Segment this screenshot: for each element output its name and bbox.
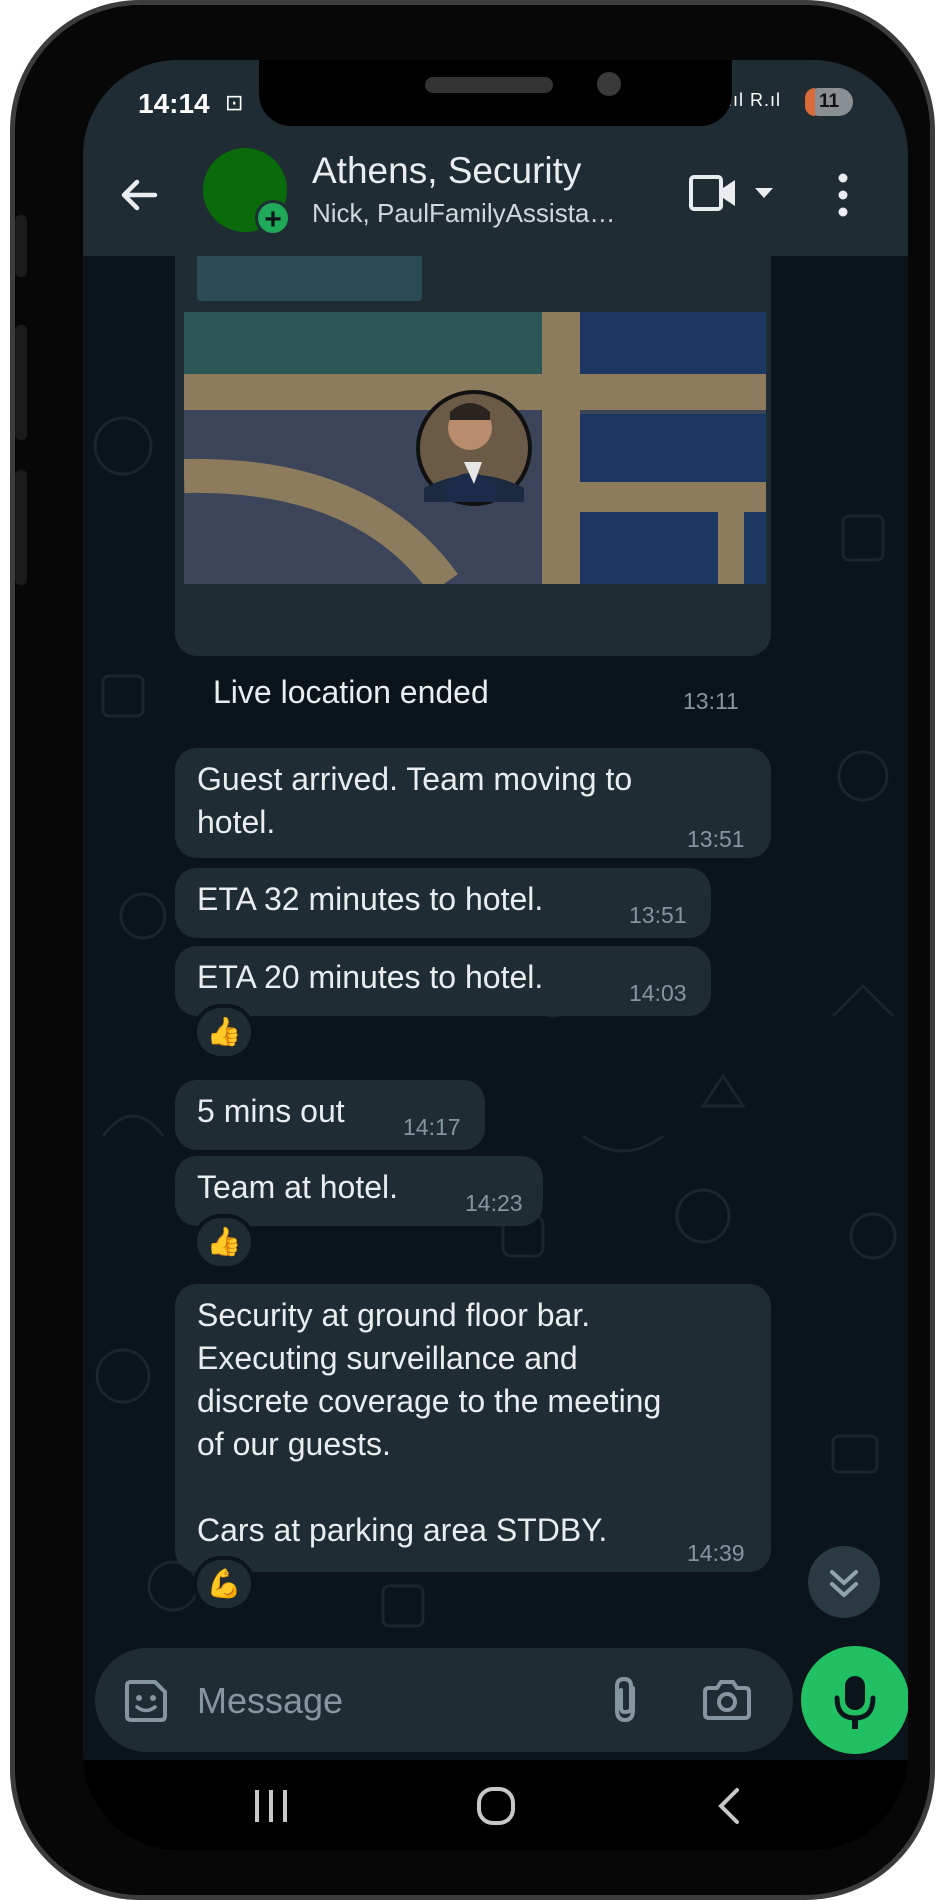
message-time: 13:11 — [683, 688, 739, 714]
attach-icon[interactable] — [607, 1674, 643, 1726]
front-camera — [597, 72, 621, 96]
message-bubble[interactable]: ETA 20 minutes to hotel. 14:03 — [175, 946, 711, 1016]
chevron-down-icon[interactable] — [753, 186, 775, 200]
message-bubble[interactable]: ETA 32 minutes to hotel. 13:51 — [175, 868, 711, 938]
message-time: 14:39 — [687, 1540, 745, 1566]
camera-icon[interactable] — [703, 1678, 751, 1720]
chat-area[interactable]: Live location ended 13:11 Guest arrived.… — [83, 256, 908, 1640]
chat-participants[interactable]: Nick, PaulFamilyAssista… — [312, 198, 615, 229]
status-time: 14:14 — [138, 88, 210, 119]
app-screen: 14:14 ⊡ R.ıl R.ıl 11 + Athens, Security … — [83, 60, 908, 1850]
back-nav-icon[interactable] — [713, 1786, 743, 1826]
phone-side-button — [15, 215, 27, 277]
home-icon[interactable] — [476, 1786, 516, 1826]
scroll-to-bottom-button[interactable] — [808, 1546, 880, 1618]
live-location-message[interactable]: Live location ended 13:11 — [175, 256, 771, 714]
chevron-double-down-icon — [830, 1570, 858, 1597]
reaction-badge[interactable]: 👍 — [193, 1004, 255, 1060]
chat-header: + Athens, Security Nick, PaulFamilyAssis… — [83, 140, 908, 256]
mic-icon — [834, 1676, 876, 1729]
phone-frame: 14:14 ⊡ R.ıl R.ıl 11 + Athens, Security … — [10, 0, 935, 1900]
message-text: Security at ground floor bar. Executing … — [197, 1297, 662, 1548]
video-call-icon[interactable] — [688, 172, 738, 214]
voice-message-button[interactable] — [801, 1646, 908, 1754]
message-text: Guest arrived. Team moving to hotel. — [197, 761, 633, 840]
message-time: 13:51 — [629, 902, 687, 928]
reaction-badge[interactable]: 👍 — [193, 1214, 255, 1270]
phone-volume-down — [15, 470, 27, 585]
more-vert-icon[interactable] — [835, 170, 851, 220]
message-text: 5 mins out — [197, 1093, 345, 1129]
sticker-icon[interactable] — [123, 1678, 169, 1724]
message-input[interactable] — [195, 1668, 559, 1734]
camera-notch — [259, 60, 732, 126]
add-icon: + — [255, 200, 291, 236]
chat-title[interactable]: Athens, Security — [312, 150, 581, 192]
message-time: 13:51 — [687, 826, 745, 852]
sender-name-blurred — [197, 256, 422, 301]
battery-badge: 11 — [805, 88, 853, 116]
message-text: ETA 20 minutes to hotel. — [197, 959, 544, 995]
message-input-container[interactable] — [95, 1648, 793, 1752]
back-arrow-icon[interactable] — [115, 170, 165, 220]
message-bubble[interactable]: Guest arrived. Team moving to hotel. 13:… — [175, 748, 771, 858]
message-time: 14:17 — [403, 1114, 461, 1140]
live-location-map[interactable] — [184, 312, 766, 584]
message-time: 14:23 — [465, 1190, 523, 1216]
message-bubble[interactable]: 5 mins out 14:17 — [175, 1080, 485, 1150]
live-location-caption: Live location ended — [213, 674, 489, 710]
battery-level: 11 — [818, 91, 840, 112]
reaction-badge[interactable]: 💪 — [193, 1556, 255, 1612]
system-navigation-bar — [83, 1760, 908, 1850]
message-bubble[interactable]: Security at ground floor bar. Executing … — [175, 1284, 771, 1572]
message-text: Team at hotel. — [197, 1169, 398, 1205]
screenshot-icon: ⊡ — [225, 90, 244, 115]
earpiece — [425, 77, 553, 93]
message-composer — [83, 1640, 908, 1760]
message-text: ETA 32 minutes to hotel. — [197, 881, 544, 917]
message-time: 14:03 — [629, 980, 687, 1006]
recent-apps-icon[interactable] — [251, 1788, 291, 1824]
phone-volume-up — [15, 325, 27, 440]
